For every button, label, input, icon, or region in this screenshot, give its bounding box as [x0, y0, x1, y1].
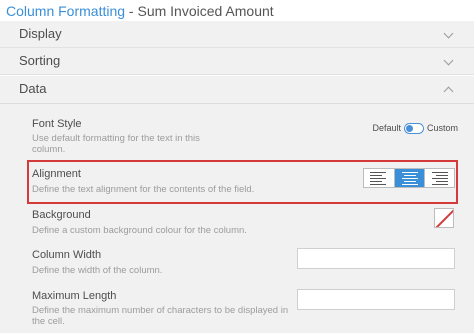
background-color-picker[interactable]: [434, 208, 454, 228]
alignment-button-group: [363, 168, 455, 188]
font-style-description: Use default formatting for the text in t…: [32, 133, 200, 155]
panel-title-rest: - Sum Invoiced Amount: [125, 3, 274, 19]
maximum-length-label: Maximum Length: [32, 290, 117, 302]
background-description: Define a custom background colour for th…: [32, 225, 247, 236]
section-sorting[interactable]: Sorting: [0, 48, 474, 75]
section-display[interactable]: Display: [0, 21, 474, 48]
align-left-button[interactable]: [364, 169, 394, 187]
alignment-description: Define the text alignment for the conten…: [32, 184, 255, 195]
align-center-button[interactable]: [394, 169, 424, 187]
chevron-down-icon: [443, 28, 454, 39]
panel-title: Column Formatting - Sum Invoiced Amount: [6, 3, 274, 19]
chevron-up-icon: [443, 86, 454, 97]
no-color-icon: [435, 209, 453, 227]
column-width-input[interactable]: [297, 248, 455, 269]
section-data[interactable]: Data: [0, 76, 474, 104]
toggle-knob: [405, 124, 413, 132]
column-width-description: Define the width of the column.: [32, 265, 163, 276]
chevron-down-icon: [443, 55, 454, 66]
toggle-default-label[interactable]: Default: [372, 123, 401, 133]
section-sorting-label: Sorting: [19, 53, 61, 68]
alignment-label: Alignment: [32, 168, 81, 180]
section-display-label: Display: [19, 26, 62, 41]
background-label: Background: [32, 209, 91, 221]
column-width-label: Column Width: [32, 249, 102, 261]
toggle-custom-label[interactable]: Custom: [427, 123, 458, 133]
font-style-toggle-group: Default Custom: [372, 122, 458, 134]
align-right-button[interactable]: [424, 169, 454, 187]
section-data-label: Data: [19, 81, 47, 96]
maximum-length-input[interactable]: [297, 289, 455, 310]
font-style-toggle[interactable]: [403, 122, 424, 134]
maximum-length-description: Define the maximum number of characters …: [32, 305, 289, 327]
panel-title-accent: Column Formatting: [6, 3, 126, 19]
font-style-label: Font Style: [32, 118, 82, 130]
